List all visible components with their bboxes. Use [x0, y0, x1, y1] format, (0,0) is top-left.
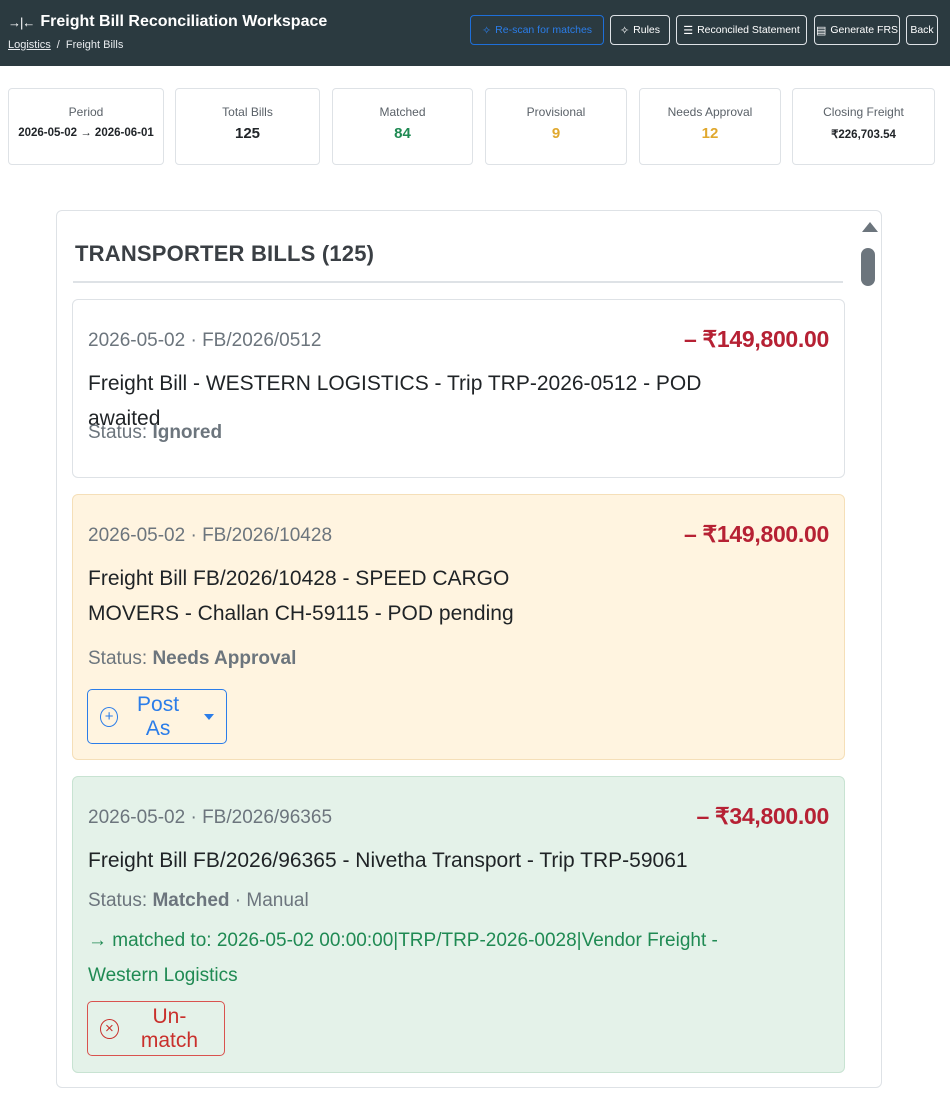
stat-provisional-label: Provisional — [526, 105, 586, 119]
rules-label: Rules — [633, 24, 661, 36]
bill-amount: – ₹149,800.00 — [683, 326, 829, 352]
split-arrows-icon: →|← — [8, 14, 35, 30]
chevron-down-icon — [204, 713, 214, 720]
status-label: Status: — [88, 890, 148, 911]
status-label: Status: — [88, 422, 148, 443]
bill-meta: 2026-05-02 · FB/2026/96365 — [88, 807, 333, 828]
rules-button[interactable]: ✧ Rules — [610, 15, 670, 45]
reconciled-statement-button[interactable]: ☰ Reconciled Statement — [676, 15, 807, 45]
bill-amount: – ₹149,800.00 — [683, 521, 829, 547]
scroll-up-arrow-icon[interactable] — [862, 222, 878, 232]
bill-status: Status: Needs Approval — [88, 648, 296, 670]
bill-meta: 2026-05-02 · FB/2026/10428 — [88, 525, 333, 546]
document-icon: ▤ — [815, 24, 827, 37]
unmatch-label: Un-match — [140, 1004, 199, 1052]
stat-total-bills: Total Bills 125 — [175, 88, 320, 165]
stat-matched: Matched 84 — [332, 88, 473, 165]
breadcrumb: Logistics / Freight Bills — [8, 39, 123, 51]
rescan-button[interactable]: ✧ Re-scan for matches — [470, 15, 604, 45]
stat-closing-freight: Closing Freight ₹226,703.54 — [792, 88, 935, 165]
stat-needs-approval-label: Needs Approval — [667, 105, 753, 119]
stat-total-bills-label: Total Bills — [222, 105, 273, 119]
stat-needs-approval: Needs Approval 12 — [639, 88, 781, 165]
list-icon: ☰ — [683, 24, 694, 37]
status-label: Status: — [88, 648, 148, 669]
stat-matched-value: 84 — [394, 125, 411, 142]
stat-provisional: Provisional 9 — [485, 88, 627, 165]
app-title-text: Freight Bill Reconciliation Workspace — [40, 13, 328, 30]
stat-period-value: 2026-05-02 → 2026-06-01 — [18, 127, 154, 139]
bill-card[interactable]: 2026-05-02 · FB/2026/96365 – ₹34,800.00 … — [72, 776, 845, 1073]
bill-meta: 2026-05-02 · FB/2026/0512 — [88, 330, 322, 351]
top-bar: →|← Freight Bill Reconciliation Workspac… — [0, 0, 950, 66]
breadcrumb-current: Freight Bills — [65, 39, 124, 51]
x-circle-icon: × — [100, 1018, 119, 1039]
generate-frs-label: Generate FRS — [830, 24, 899, 36]
back-label: Back — [910, 24, 934, 36]
unmatch-button[interactable]: × Un-match — [87, 1001, 225, 1056]
stat-closing-freight-value: ₹226,703.54 — [831, 129, 896, 141]
bill-status: Status: Ignored — [88, 422, 222, 444]
matched-to-text: → matched to: 2026-05-02 00:00:00|TRP/TR… — [88, 930, 718, 986]
magic-wand-icon: ✧ — [619, 24, 630, 37]
bill-description: Freight Bill FB/2026/10428 - SPEED CARGO… — [88, 567, 514, 625]
stat-provisional-value: 9 — [551, 125, 561, 142]
stat-period-label: Period — [68, 105, 104, 119]
bill-description: Freight Bill FB/2026/96365 - Nivetha Tra… — [88, 849, 688, 872]
reconciled-statement-label: Reconciled Statement — [697, 24, 800, 36]
breadcrumb-logistics[interactable]: Logistics — [8, 39, 51, 51]
panel-title: TRANSPORTER BILLS (125) — [75, 241, 375, 266]
stat-matched-label: Matched — [379, 105, 426, 119]
divider — [73, 281, 843, 283]
bill-status: Status: Matched · Manual — [88, 890, 309, 912]
post-as-dropdown-button[interactable]: + Post As — [87, 689, 227, 744]
rescan-label: Re-scan for matches — [495, 24, 593, 36]
status-value: Needs Approval — [152, 648, 297, 669]
bill-card[interactable]: 2026-05-02 · FB/2026/10428 – ₹149,800.00… — [72, 494, 845, 760]
status-value: Matched — [152, 890, 230, 911]
post-as-label: Post As — [137, 692, 180, 740]
magic-wand-icon: ✧ — [481, 24, 492, 37]
stat-period: Period 2026-05-02 → 2026-06-01 — [8, 88, 164, 165]
status-method: · Manual — [229, 890, 309, 911]
breadcrumb-separator: / — [56, 39, 60, 51]
status-value: Ignored — [152, 422, 223, 443]
generate-frs-button[interactable]: ▤ Generate FRS — [814, 15, 900, 45]
scrollbar-thumb[interactable] — [861, 248, 875, 286]
stat-needs-approval-value: 12 — [701, 125, 719, 142]
back-button[interactable]: Back — [906, 15, 938, 45]
app-title: →|← Freight Bill Reconciliation Workspac… — [8, 13, 327, 31]
bill-card[interactable]: 2026-05-02 · FB/2026/0512 – ₹149,800.00 … — [72, 299, 845, 478]
stat-closing-freight-label: Closing Freight — [823, 105, 904, 119]
transporter-bills-panel: TRANSPORTER BILLS (125) 2026-05-02 · FB/… — [56, 210, 882, 1088]
plus-circle-icon: + — [100, 706, 119, 727]
stat-total-bills-value: 125 — [234, 125, 261, 142]
bill-amount: – ₹34,800.00 — [696, 803, 829, 829]
